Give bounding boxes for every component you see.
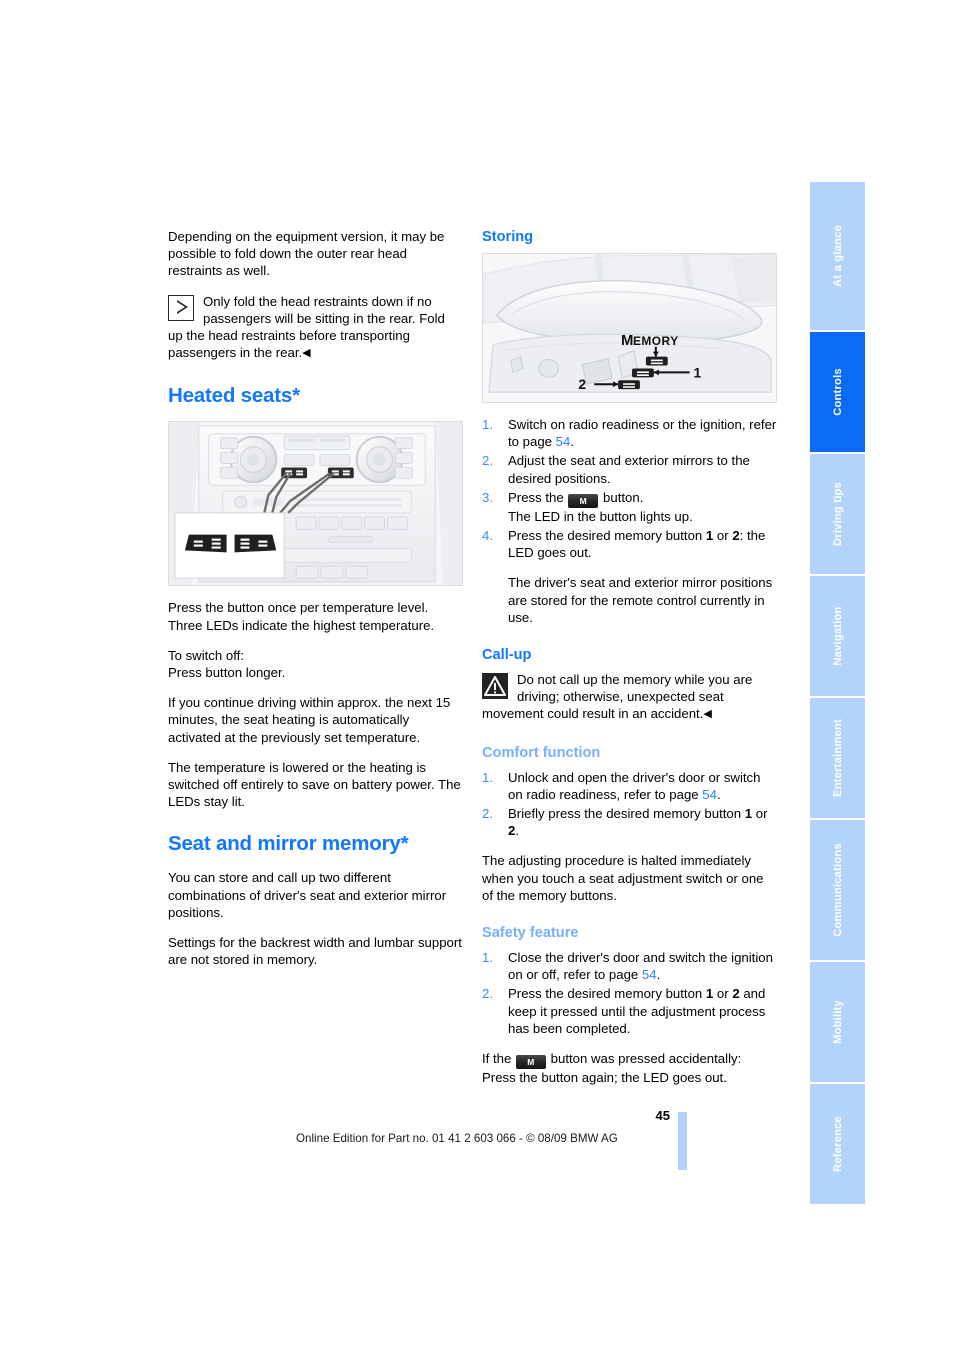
safety-step-2-mid: or <box>713 986 733 1002</box>
comfort-step-2: Briefly press the desired memory button … <box>482 805 777 839</box>
svg-text:EMORY: EMORY <box>633 334 679 348</box>
page-link[interactable]: 54 <box>702 787 717 802</box>
comfort-function-title: Comfort function <box>482 744 601 761</box>
seat-memory-buttons-figure: M EMORY 1 2 BMW_45_memory <box>482 253 777 403</box>
storing-step-1: Switch on radio readiness or the ignitio… <box>482 416 777 450</box>
tab-label: Communications <box>831 843 844 937</box>
figure-code: BMW_45_heated <box>457 536 462 580</box>
manual-page: Depending on the equipment version, it m… <box>0 0 954 1350</box>
safety-feature-closing: If the M button was pressed accidentally… <box>482 1050 777 1086</box>
comfort-step-1: Unlock and open the driver's door or swi… <box>482 769 777 803</box>
page-number: 45 <box>655 1108 670 1123</box>
fold-note-endmark: ◀ <box>302 347 311 360</box>
right-column: Storing M EMORY 1 2 Switch on radio read… <box>482 228 777 1086</box>
seat-mirror-memory-title: Seat and mirror memory* <box>168 832 409 856</box>
tab-label: Navigation <box>831 606 844 666</box>
page-link[interactable]: 54 <box>556 434 571 449</box>
tab-label: At a glance <box>831 225 844 287</box>
heated-seats-para-4: The temperature is lowered or the heatin… <box>168 759 461 810</box>
safety-feature-steps: Close the driver's door and switch the i… <box>482 949 777 1037</box>
tab-label: Reference <box>831 1116 844 1172</box>
safety-step-1-tail: . <box>656 967 661 983</box>
svg-text:1: 1 <box>694 364 702 380</box>
storing-title: Storing <box>482 229 534 245</box>
footer-blue-bar <box>678 1112 687 1170</box>
seat-mirror-para-1: You can store and call up two different … <box>168 870 447 920</box>
section-tab-rail: At a glance Controls Driving tips Naviga… <box>810 182 865 1206</box>
storing-step-4: Press the desired memory button 1 or 2: … <box>482 527 777 626</box>
memory-m-button-icon: M <box>568 493 599 508</box>
memory-button-2-label: 2 <box>732 986 740 1002</box>
safety-feature-title: Safety feature <box>482 925 579 942</box>
tab-navigation[interactable]: Navigation <box>810 576 865 696</box>
memory-button-1-label: 1 <box>744 806 753 822</box>
svg-text:2: 2 <box>578 376 586 392</box>
comfort-step-2-tail: . <box>515 823 520 839</box>
figure-code: BMW_45_memory <box>771 349 776 396</box>
storing-step-2-text: Adjust the seat and exterior mirrors to … <box>508 453 750 486</box>
safety-step-1-text: Close the driver's door and switch the i… <box>508 950 773 983</box>
comfort-step-1-tail: . <box>716 786 721 802</box>
storing-step-4-lead: Press the desired memory button <box>508 528 706 544</box>
tab-label: Entertainment <box>831 719 844 797</box>
safety-step-2-lead: Press the desired memory button <box>508 986 706 1002</box>
triangle-outline-icon <box>168 294 194 321</box>
comfort-step-2-lead: Briefly press the desired memory button <box>508 806 745 822</box>
comfort-step-1-text: Unlock and open the driver's door or swi… <box>508 769 761 802</box>
tab-entertainment[interactable]: Entertainment <box>810 698 865 818</box>
storing-step-2: Adjust the seat and exterior mirrors to … <box>482 452 777 486</box>
tab-label: Mobility <box>831 1000 844 1044</box>
page-link[interactable]: 54 <box>642 967 657 982</box>
footer-edition-text: Online Edition for Part no. 01 41 2 603 … <box>296 1132 618 1145</box>
left-column: Depending on the equipment version, it m… <box>168 228 463 981</box>
tab-mobility[interactable]: Mobility <box>810 962 865 1082</box>
heated-seats-para-1: Press the button once per temperature le… <box>168 600 435 633</box>
warning-triangle-icon <box>482 673 508 700</box>
intro-paragraph: Depending on the equipment version, it m… <box>168 229 445 279</box>
tab-communications[interactable]: Communications <box>810 820 865 960</box>
comfort-function-steps: Unlock and open the driver's door or swi… <box>482 769 777 840</box>
call-up-warning: Do not call up the memory while you are … <box>482 671 777 724</box>
seat-mirror-para-2: Settings for the backrest width and lumb… <box>168 935 462 968</box>
tab-driving-tips[interactable]: Driving tips <box>810 454 865 574</box>
comfort-function-closing: The adjusting procedure is halted immedi… <box>482 853 764 903</box>
memory-m-button-icon: M <box>516 1055 546 1070</box>
tab-controls[interactable]: Controls <box>810 332 865 452</box>
storing-step-1-tail: . <box>570 434 575 450</box>
fold-note: Only fold the head restraints down if no… <box>168 293 463 363</box>
tab-label: Driving tips <box>831 482 844 546</box>
safety-step-2: Press the desired memory button 1 or 2 a… <box>482 985 777 1037</box>
heated-seats-title: Heated seats* <box>168 384 300 408</box>
tab-at-a-glance[interactable]: At a glance <box>810 182 865 330</box>
comfort-step-2-mid: or <box>752 806 768 822</box>
storing-step-4-extra: The driver's seat and exterior mirror po… <box>508 575 773 625</box>
safety-closing-lead: If the <box>482 1051 515 1067</box>
storing-step-4-mid: or <box>713 528 733 544</box>
storing-step-3: Press the M button. The LED in the butto… <box>482 489 777 525</box>
call-up-title: Call-up <box>482 647 532 664</box>
heated-seats-console-figure: BMW_45_heated <box>168 421 463 587</box>
storing-step-1-text: Switch on radio readiness or the ignitio… <box>508 417 777 450</box>
storing-step-3-lead: Press the <box>508 489 568 505</box>
storing-steps: Switch on radio readiness or the ignitio… <box>482 416 777 626</box>
heated-seats-para-2: To switch off: Press button longer. <box>168 647 286 681</box>
safety-step-1: Close the driver's door and switch the i… <box>482 949 777 983</box>
tab-label: Controls <box>831 368 844 416</box>
memory-button-2-label: 2 <box>732 528 740 544</box>
call-up-warning-endmark: ◀ <box>703 708 712 721</box>
heated-seats-para-3: If you continue driving within approx. t… <box>168 695 451 745</box>
tab-reference[interactable]: Reference <box>810 1084 865 1204</box>
